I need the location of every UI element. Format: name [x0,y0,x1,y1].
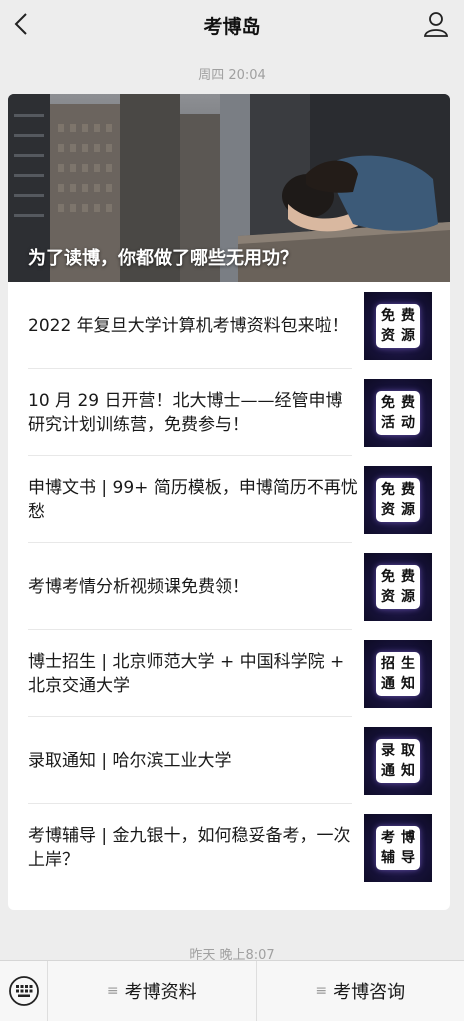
thumbnail-char: 免 [381,394,395,411]
thumbnail-char: 费 [401,307,415,324]
article-card: 为了读博，你都做了哪些无用功？ 2022 年复旦大学计算机考博资料包来啦！免费资… [8,94,450,910]
person-icon [423,12,449,37]
article-thumbnail: 录取通知 [364,726,432,795]
article-title: 2022 年复旦大学计算机考博资料包来啦！ [28,315,349,336]
thumbnail-char: 费 [401,568,415,585]
thumbnail-char: 免 [381,481,395,498]
menu-lines-icon: ≡ [315,983,328,999]
profile-button[interactable] [418,6,454,42]
page-title: 考博岛 [203,15,261,38]
article-title: 博士招生 | 北京师范大学 + 中国科学院 + 北京交通大学 [28,651,345,696]
list-item[interactable]: 录取通知 | 哈尔滨工业大学 录取通知 [8,717,450,804]
article-title: 10 月 29 日开营！北大博士——经管申博研究计划训练营，免费参与！ [28,390,343,435]
keyboard-icon [8,976,39,1006]
thumbnail-badge: 免费资源 [376,303,420,348]
thumbnail-char: 源 [401,327,415,344]
thumbnail-char: 博 [401,829,415,846]
list-item[interactable]: 2022 年复旦大学计算机考博资料包来啦！ 免费资源 [8,282,450,369]
thumbnail-char: 通 [381,762,395,779]
thumbnail-char: 资 [381,588,395,605]
thumbnail-char: 导 [401,849,415,866]
list-item[interactable]: 考博考情分析视频课免费领！ 免费资源 [8,543,450,630]
list-item[interactable]: 10 月 29 日开营！北大博士——经管申博研究计划训练营，免费参与！ 免费活动 [8,369,450,456]
thumbnail-badge: 考博辅导 [376,825,420,870]
list-item[interactable]: 博士招生 | 北京师范大学 + 中国科学院 + 北京交通大学招生通知 [8,630,450,717]
keyboard-toggle-button[interactable] [0,960,48,1021]
thumbnail-char: 费 [401,394,415,411]
back-button[interactable] [4,6,40,42]
menu-button-materials[interactable]: ≡ 考博资料 [48,960,257,1021]
menu-button-label: 考博咨询 [333,982,406,1003]
article-list: 2022 年复旦大学计算机考博资料包来啦！免费资源 10 月 29 日开营！北大博… [8,282,450,891]
thumbnail-char: 资 [381,501,395,518]
top-bar: 考博岛 [0,0,464,50]
thumbnail-char: 招 [381,655,395,672]
thumbnail-char: 源 [401,588,415,605]
article-title: 录取通知 | 哈尔滨工业大学 [28,750,232,771]
thumbnail-char: 动 [401,414,415,431]
menu-lines-icon: ≡ [106,983,119,999]
cover-title: 为了读博，你都做了哪些无用功？ [28,248,298,269]
thumbnail-char: 源 [401,501,415,518]
list-item[interactable]: 考博辅导 | 金九银十，如何稳妥备考，一次上岸？ 考博辅导 [8,804,450,891]
article-thumbnail: 考博辅导 [364,813,432,882]
thumbnail-char: 免 [381,568,395,585]
thumbnail-char: 考 [381,829,395,846]
article-thumbnail: 免费资源 [364,291,432,360]
thumbnail-char: 知 [401,675,415,692]
article-thumbnail: 免费资源 [364,465,432,534]
thumbnail-char: 通 [381,675,395,692]
menu-button-label: 考博资料 [124,982,197,1003]
thumbnail-char: 免 [381,307,395,324]
thumbnail-char: 生 [401,655,415,672]
thumbnail-char: 活 [381,414,395,431]
article-thumbnail: 免费活动 [364,378,432,447]
thumbnail-char: 辅 [381,849,395,866]
thumbnail-badge: 录取通知 [376,738,420,783]
list-item[interactable]: 申博文书 | 99+ 简历模板，申博简历不再忧愁免费资源 [8,456,450,543]
thumbnail-badge: 免费资源 [376,477,420,522]
article-title: 申博文书 | 99+ 简历模板，申博简历不再忧愁 [28,477,358,522]
menu-button-consult[interactable]: ≡ 考博咨询 [257,961,464,1021]
article-thumbnail: 招生通知 [364,639,432,708]
thumbnail-badge: 免费资源 [376,564,420,609]
thumbnail-char: 费 [401,481,415,498]
thumbnail-badge: 招生通知 [376,651,420,696]
article-title: 考博辅导 | 金九银十，如何稳妥备考，一次上岸？ [28,825,351,870]
cover-article[interactable]: 为了读博，你都做了哪些无用功？ [8,94,450,282]
bottom-menu-bar: ≡ 考博资料 ≡ 考博咨询 [0,960,464,1021]
thumbnail-char: 知 [401,762,415,779]
thumbnail-badge: 免费活动 [376,390,420,435]
thumbnail-char: 取 [401,742,415,759]
thumbnail-char: 资 [381,327,395,344]
article-title: 考博考情分析视频课免费领！ [28,576,249,597]
article-thumbnail: 免费资源 [364,552,432,621]
thumbnail-char: 录 [381,742,395,759]
message-timestamp: 周四 20:04 [198,68,266,83]
chevron-left-icon [14,13,27,35]
